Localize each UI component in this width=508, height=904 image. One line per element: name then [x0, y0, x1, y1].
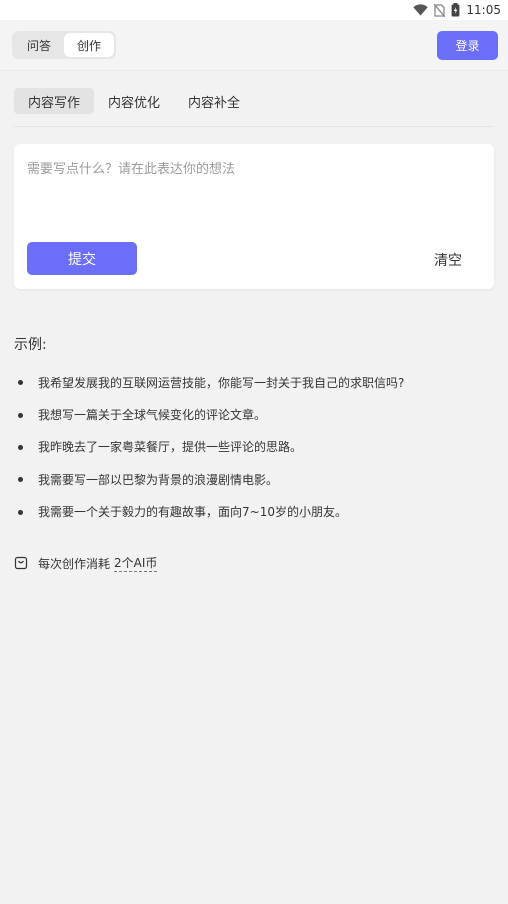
- top-header: 问答 创作 登录: [0, 20, 508, 71]
- submit-button[interactable]: 提交: [27, 242, 137, 275]
- tab-qa[interactable]: 问答: [14, 33, 64, 57]
- examples-title: 示例:: [14, 337, 47, 353]
- status-icons: 11:05: [413, 2, 501, 18]
- wifi-icon: [413, 4, 429, 16]
- status-time: 11:05: [466, 3, 501, 17]
- battery-icon: [452, 3, 460, 17]
- cost-prefix: 每次创作消耗: [38, 556, 111, 571]
- cost-note: 每次创作消耗 2个AI币: [14, 554, 158, 572]
- tab-content-complete[interactable]: 内容补全: [174, 88, 254, 114]
- example-item[interactable]: 我需要写一部以巴黎为背景的浪漫剧情电影。: [14, 463, 494, 495]
- status-bar: 11:05: [0, 0, 508, 20]
- tab-content-writing[interactable]: 内容写作: [14, 88, 95, 114]
- divider: [14, 126, 494, 127]
- cost-amount: 2个AI币: [114, 556, 158, 572]
- example-item[interactable]: 我昨晚去了一家粤菜餐厅，提供一些评论的思路。: [14, 431, 494, 463]
- example-item[interactable]: 我需要一个关于毅力的有趣故事，面向7~10岁的小朋友。: [14, 496, 494, 528]
- prompt-input[interactable]: 需要写点什么？请在此表达你的想法: [27, 158, 235, 177]
- clear-button[interactable]: 清空: [434, 250, 462, 270]
- example-item[interactable]: 我想写一篇关于全球气候变化的评论文章。: [14, 398, 494, 430]
- mode-switch: 问答 创作: [12, 31, 116, 59]
- no-sim-icon: [434, 3, 446, 17]
- login-button[interactable]: 登录: [437, 31, 498, 60]
- example-item[interactable]: 我希望发展我的互联网运营技能，你能写一封关于我自己的求职信吗?: [14, 366, 494, 398]
- tab-create[interactable]: 创作: [64, 33, 114, 57]
- sub-tabs: 内容写作 内容优化 内容补全: [14, 88, 254, 114]
- bag-icon: [14, 556, 28, 570]
- editor-card: 需要写点什么？请在此表达你的想法 提交 清空: [14, 144, 494, 289]
- examples-list: 我希望发展我的互联网运营技能，你能写一封关于我自己的求职信吗? 我想写一篇关于全…: [14, 366, 494, 528]
- tab-content-optimize[interactable]: 内容优化: [94, 88, 174, 114]
